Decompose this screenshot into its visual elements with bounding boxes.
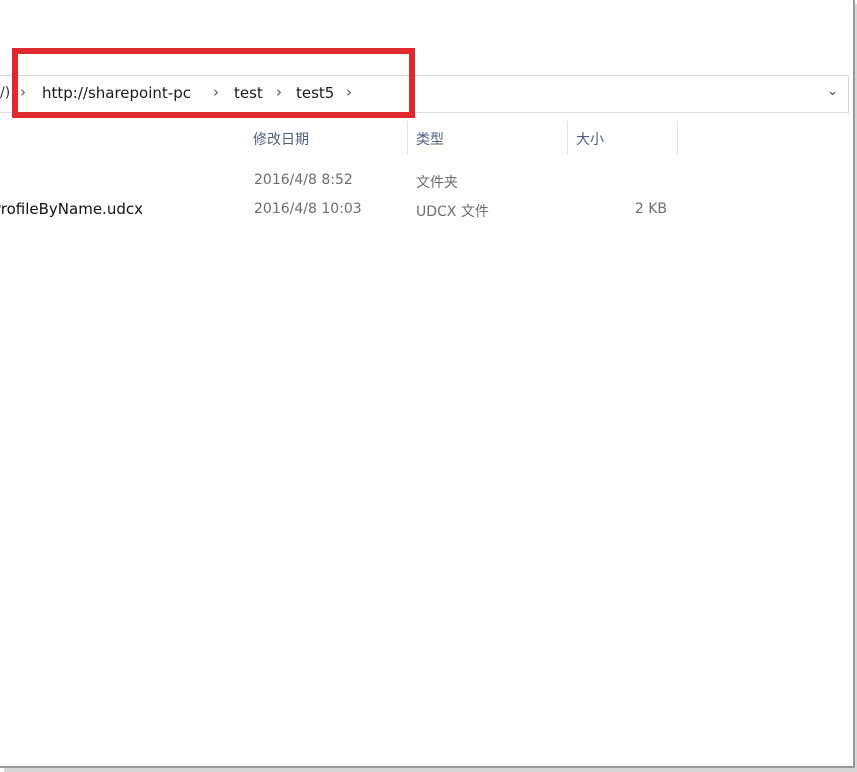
explorer-window: /) › http://sharepoint-pc › test › test5…	[0, 0, 855, 768]
file-type: UDCX 文件	[416, 204, 489, 220]
address-bar-truncated-prefix: /)	[0, 85, 11, 101]
column-header-type[interactable]: 类型	[408, 121, 568, 155]
window-shadow	[4, 768, 857, 772]
column-header-size[interactable]: 大小	[568, 121, 678, 155]
file-size: 2 KB	[634, 201, 667, 217]
file-type: 文件夹	[416, 175, 458, 191]
chevron-down-icon[interactable]: ⌄	[827, 84, 838, 99]
annotation-highlight-box	[12, 48, 415, 118]
file-name[interactable]: ProfileByName.udcx	[0, 200, 143, 218]
modified-date: 2016/4/8 8:52	[254, 172, 353, 188]
column-header-modified[interactable]: 修改日期	[245, 121, 408, 155]
modified-date: 2016/4/8 10:03	[254, 201, 362, 217]
